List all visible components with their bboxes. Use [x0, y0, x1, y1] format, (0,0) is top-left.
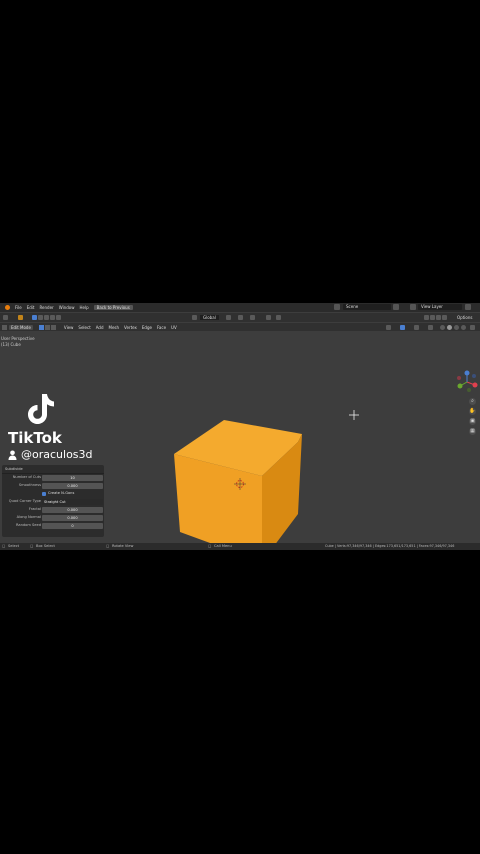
scene-icon[interactable] — [334, 304, 340, 310]
shading-wireframe-icon[interactable] — [440, 325, 445, 330]
tiktok-logo-icon — [28, 394, 54, 424]
tiktok-username-text: @oraculos3d — [21, 448, 93, 461]
menu-help[interactable]: Help — [79, 305, 88, 310]
select-mode-new-icon[interactable] — [32, 315, 37, 320]
options-dropdown[interactable]: Options — [457, 315, 472, 320]
status-select-label: Select — [8, 544, 20, 548]
create-ngons-checkbox[interactable] — [42, 492, 46, 496]
mirror-options-icon[interactable] — [442, 315, 447, 320]
zoom-icon[interactable]: ⌕ — [469, 398, 476, 405]
along-normal-field[interactable]: 0.000 — [42, 515, 103, 521]
face-select-icon[interactable] — [50, 324, 56, 330]
tiktok-watermark: TikTok @oraculos3d — [6, 391, 116, 466]
vertex-select-icon[interactable] — [38, 324, 44, 330]
navigation-gizmo[interactable] — [455, 370, 479, 394]
orientation-icon[interactable] — [192, 315, 197, 320]
shading-options-icon[interactable] — [470, 325, 475, 330]
menu-edit[interactable]: Edit — [27, 305, 35, 310]
select-mode-invert-icon[interactable] — [50, 315, 55, 320]
menu-window[interactable]: Window — [59, 305, 75, 310]
tiktok-username: @oraculos3d — [8, 448, 93, 461]
shading-solid-icon[interactable] — [447, 325, 452, 330]
smoothness-field[interactable]: 0.000 — [42, 483, 103, 489]
menu-file[interactable]: File — [15, 305, 22, 310]
user-person-icon — [8, 450, 17, 460]
subdivide-panel-title[interactable]: Subdivide — [2, 465, 104, 474]
mirror-y-icon[interactable] — [430, 315, 435, 320]
transform-orientation-dropdown[interactable]: Global — [200, 315, 219, 320]
header-menu-view[interactable]: View — [64, 325, 74, 330]
editor-type-icon[interactable] — [3, 315, 8, 320]
quad-corner-label: Quad Corner Type — [8, 499, 41, 503]
view-layer-selector[interactable]: View Layer — [418, 304, 462, 310]
view-layer-add-icon[interactable] — [465, 304, 471, 310]
header-menu-edge[interactable]: Edge — [142, 325, 152, 330]
back-to-previous-button[interactable]: Back to Previous — [93, 305, 133, 310]
top-menu-bar: File Edit Render Window Help Back to Pre… — [0, 303, 480, 312]
select-mode-intersect-icon[interactable] — [56, 315, 61, 320]
shading-rendered-icon[interactable] — [461, 325, 466, 330]
edge-select-icon[interactable] — [44, 324, 50, 330]
tiktok-brand-text: TikTok — [8, 429, 62, 447]
blender-logo-icon[interactable] — [5, 305, 10, 310]
gizmo-toggle-icon[interactable] — [400, 325, 405, 330]
perspective-toggle-icon[interactable]: ▦ — [469, 428, 476, 435]
header-menu-uv[interactable]: UV — [171, 325, 177, 330]
mouse-left-drag-icon: ▢ — [30, 544, 34, 548]
mouse-middle-icon: ▢ — [106, 544, 110, 548]
header-menu-vertex[interactable]: Vertex — [124, 325, 137, 330]
fractal-field[interactable]: 0.000 — [42, 507, 103, 513]
header-menu-mesh[interactable]: Mesh — [109, 325, 120, 330]
snap-icon[interactable] — [238, 315, 243, 320]
mode-dropdown[interactable]: Edit Mode — [9, 324, 33, 330]
along-normal-label: Along Normal — [16, 515, 41, 519]
number-of-cuts-label: Number of Cuts — [12, 475, 41, 479]
status-bar: ▢ Select ▢ Box Select ▢ Rotate View ▢ Ca… — [0, 543, 480, 550]
status-call-menu-label: Call Menu — [214, 544, 232, 548]
status-rotate-view-label: Rotate View — [112, 544, 134, 548]
camera-view-icon[interactable]: ▣ — [469, 418, 476, 425]
mouse-left-icon: ▢ — [2, 544, 6, 548]
shading-material-icon[interactable] — [454, 325, 459, 330]
number-of-cuts-field[interactable]: 10 — [42, 475, 103, 481]
viewport-header: Edit Mode View Select Add Mesh Vertex Ed… — [0, 323, 480, 331]
scene-add-icon[interactable] — [393, 304, 399, 310]
select-mode-extend-icon[interactable] — [38, 315, 43, 320]
status-scene-stats: Cube | Verts:97,346/97,346 | Edges:173,6… — [325, 544, 455, 548]
menu-render[interactable]: Render — [39, 305, 53, 310]
xray-icon[interactable] — [428, 325, 433, 330]
select-mode-subtract-icon[interactable] — [44, 315, 49, 320]
orange-cube-mesh[interactable] — [170, 414, 310, 550]
scene-selector[interactable]: Scene — [343, 304, 391, 310]
random-seed-field[interactable]: 0 — [42, 523, 103, 529]
mouse-cursor-crosshair-icon — [349, 410, 359, 420]
view-layer-icon[interactable] — [410, 304, 416, 310]
header-menu-select[interactable]: Select — [78, 325, 90, 330]
tool-header: Global Options — [0, 313, 480, 322]
header-menu-add[interactable]: Add — [96, 325, 104, 330]
overlays-icon[interactable] — [414, 325, 419, 330]
status-box-select-label: Box Select — [36, 544, 55, 548]
mirror-z-icon[interactable] — [436, 315, 441, 320]
proportional-edit-icon[interactable] — [266, 315, 271, 320]
quad-corner-dropdown[interactable]: Straight Cut — [42, 499, 103, 505]
mirror-x-icon[interactable] — [424, 315, 429, 320]
viewport-object-label: (13) Cube — [1, 342, 21, 347]
select-tool-icon[interactable] — [18, 315, 23, 320]
falloff-icon[interactable] — [276, 315, 281, 320]
create-ngons-label: Create N-Gons — [48, 491, 75, 495]
smoothness-label: Smoothness — [18, 483, 41, 487]
mouse-right-icon: ▢ — [208, 544, 212, 548]
snap-target-icon[interactable] — [250, 315, 255, 320]
view-object-types-icon[interactable] — [386, 325, 391, 330]
viewport-perspective-label: User Perspective — [1, 336, 35, 341]
random-seed-label: Random Seed — [15, 523, 41, 527]
pan-hand-icon[interactable]: ✋ — [469, 408, 476, 415]
fractal-label: Fractal — [28, 507, 41, 511]
subdivide-operator-panel: Subdivide Number of Cuts 10 Smoothness 0… — [2, 465, 104, 537]
pivot-icon[interactable] — [226, 315, 231, 320]
header-menu-face[interactable]: Face — [157, 325, 166, 330]
editor-type-icon-2[interactable] — [2, 324, 7, 330]
